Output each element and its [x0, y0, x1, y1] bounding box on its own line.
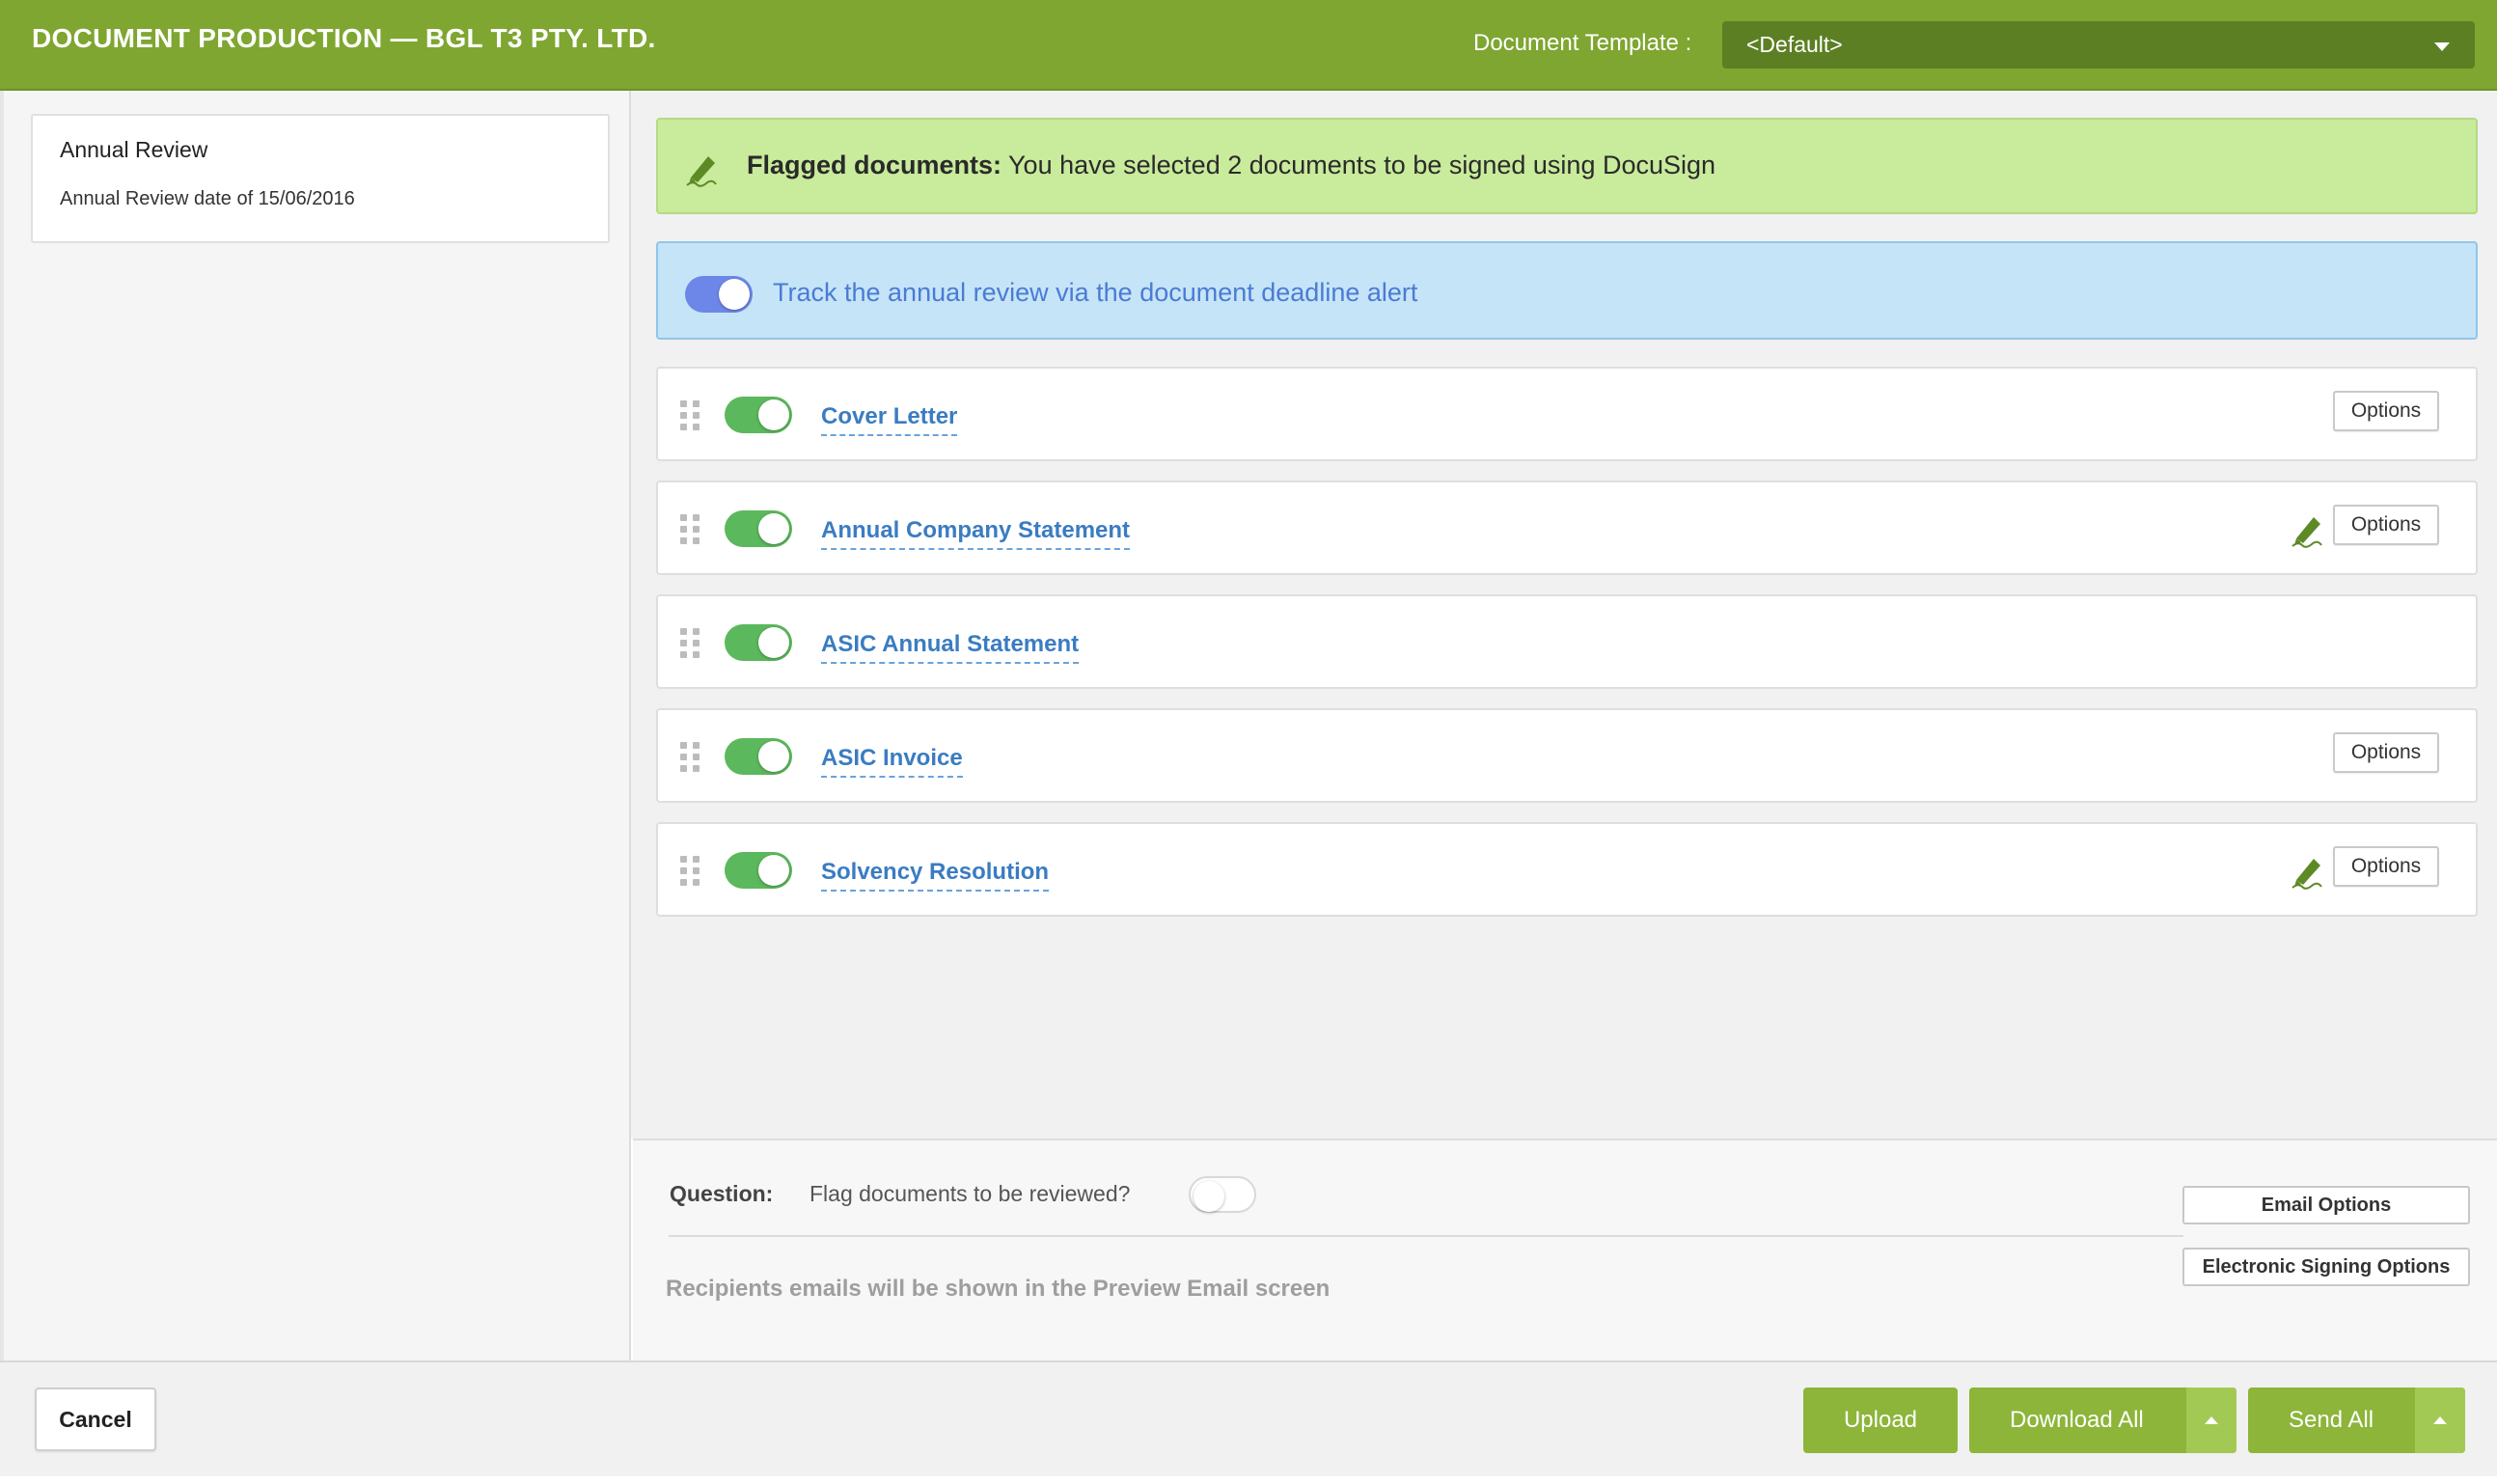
send-all-label: Send All [2289, 1407, 2374, 1433]
toggle-knob [758, 741, 789, 772]
review-card-subtitle: Annual Review date of 15/06/2016 [60, 188, 355, 209]
document-row-asic-invoice: ASIC Invoice Options [656, 708, 2478, 803]
document-link[interactable]: ASIC Annual Statement [821, 631, 1080, 664]
toggle-knob [758, 399, 789, 430]
document-toggle[interactable] [725, 624, 792, 661]
template-select-value: <Default> [1746, 32, 1843, 57]
cancel-button[interactable]: Cancel [35, 1388, 156, 1451]
flagged-documents-message: You have selected 2 documents to be sign… [1002, 151, 1716, 179]
document-toggle[interactable] [725, 397, 792, 433]
drag-handle-icon[interactable] [680, 514, 703, 545]
document-toggle[interactable] [725, 738, 792, 775]
toggle-knob [719, 279, 750, 310]
divider [669, 1235, 2183, 1237]
document-toggle[interactable] [725, 510, 792, 547]
toggle-knob [758, 855, 789, 886]
sidebar: Annual Review Annual Review date of 15/0… [0, 91, 631, 1360]
document-toggle[interactable] [725, 852, 792, 889]
flagged-documents-banner: Flagged documents: You have selected 2 d… [656, 118, 2478, 214]
signature-pen-icon[interactable] [2289, 851, 2327, 890]
document-row-solvency-resolution: Solvency Resolution Options [656, 822, 2478, 917]
electronic-signing-options-button[interactable]: Electronic Signing Options [2182, 1248, 2470, 1286]
flagged-documents-text: Flagged documents: You have selected 2 d… [747, 151, 1715, 180]
drag-handle-icon[interactable] [680, 742, 703, 773]
track-review-toggle[interactable] [685, 276, 753, 313]
recipients-note: Recipients emails will be shown in the P… [666, 1276, 1331, 1302]
options-button[interactable]: Options [2333, 505, 2439, 545]
send-menu-caret-icon[interactable] [2415, 1388, 2465, 1453]
document-link[interactable]: Annual Company Statement [821, 517, 1131, 550]
signature-pen-icon[interactable] [2289, 509, 2327, 548]
template-label: Document Template : [1473, 30, 1692, 56]
flag-review-toggle[interactable] [1189, 1176, 1256, 1213]
toggle-knob [758, 627, 789, 658]
review-card-title: Annual Review [60, 137, 208, 162]
drag-handle-icon[interactable] [680, 856, 703, 887]
flagged-documents-label: Flagged documents: [747, 151, 1002, 179]
toggle-knob [1194, 1181, 1224, 1212]
page-title: DOCUMENT PRODUCTION — BGL T3 PTY. LTD. [32, 23, 656, 53]
send-all-button[interactable]: Send All [2248, 1388, 2465, 1453]
document-row-cover-letter: Cover Letter Options [656, 367, 2478, 461]
track-review-banner: Track the annual review via the document… [656, 241, 2478, 340]
download-all-label: Download All [2010, 1407, 2144, 1433]
options-button[interactable]: Options [2333, 732, 2439, 773]
question-label: Question: [670, 1181, 774, 1206]
document-link[interactable]: Solvency Resolution [821, 859, 1050, 892]
drag-handle-icon[interactable] [680, 628, 703, 659]
document-row-annual-company-statement: Annual Company Statement Options [656, 481, 2478, 575]
download-all-button[interactable]: Download All [1969, 1388, 2236, 1453]
annual-review-card[interactable]: Annual Review Annual Review date of 15/0… [31, 114, 610, 243]
options-button[interactable]: Options [2333, 391, 2439, 431]
signature-pen-icon [686, 156, 717, 187]
upload-button[interactable]: Upload [1803, 1388, 1958, 1453]
download-menu-caret-icon[interactable] [2186, 1388, 2236, 1453]
chevron-down-icon [2434, 42, 2450, 51]
template-select[interactable]: <Default> [1722, 21, 2475, 69]
options-button[interactable]: Options [2333, 846, 2439, 887]
footer-edge [0, 1476, 2497, 1484]
document-row-asic-annual-statement: ASIC Annual Statement [656, 594, 2478, 689]
document-link[interactable]: ASIC Invoice [821, 745, 963, 778]
toggle-knob [758, 513, 789, 544]
document-link[interactable]: Cover Letter [821, 403, 958, 436]
drag-handle-icon[interactable] [680, 400, 703, 431]
question-text: Flag documents to be reviewed? [809, 1181, 1131, 1206]
header-bar: DOCUMENT PRODUCTION — BGL T3 PTY. LTD. D… [0, 0, 2497, 91]
track-review-text: Track the annual review via the document… [773, 278, 1418, 307]
email-options-button[interactable]: Email Options [2182, 1186, 2470, 1224]
